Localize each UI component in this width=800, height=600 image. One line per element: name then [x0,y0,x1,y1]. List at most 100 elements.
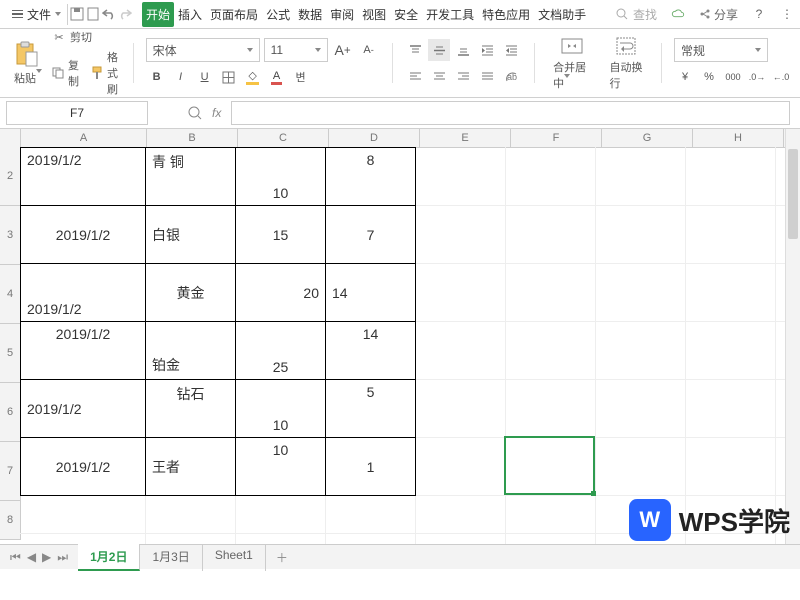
ribbon-tab[interactable]: 插入 [174,2,206,27]
formula-input[interactable] [231,101,790,125]
row-header[interactable]: 5 [0,324,20,383]
italic-button[interactable]: I [170,66,192,88]
column-header[interactable]: G [602,129,693,147]
column-header[interactable]: F [511,129,602,147]
help-icon[interactable]: ? [752,7,766,21]
cell[interactable]: 1 [326,438,416,496]
sheet-tab[interactable]: 1月2日 [78,544,140,571]
fill-color-button[interactable]: ◇ [242,66,264,88]
font-color-button[interactable]: A [266,66,288,88]
decrease-decimal-button[interactable]: ←.0 [770,66,792,88]
bold-button[interactable]: B [146,66,168,88]
row-header[interactable]: 8 [0,501,20,540]
save-icon[interactable] [70,7,84,21]
align-center-button[interactable] [428,65,450,87]
cell[interactable]: 10 [236,380,326,438]
sheet-tab[interactable]: Sheet1 [203,544,266,571]
row-header[interactable]: 2 [0,147,20,206]
cell[interactable]: 钻石 [146,380,236,438]
comma-button[interactable]: 000 [722,66,744,88]
name-box[interactable]: F7 [6,101,148,125]
cell[interactable]: 7 [326,206,416,264]
decrease-font-button[interactable]: A- [358,39,380,61]
cell[interactable]: 黄金 [146,264,236,322]
cut-button[interactable]: ✂剪切 [52,29,121,45]
cell[interactable]: 15 [236,206,326,264]
select-all-corner[interactable] [0,129,21,147]
align-top-button[interactable] [404,39,426,61]
column-header[interactable]: E [420,129,511,147]
ribbon-tab[interactable]: 开始 [142,2,174,27]
cell[interactable]: 2019/1/2 [21,438,146,496]
orientation-button[interactable]: ab [500,65,522,87]
more-icon[interactable]: ⋮ [780,7,794,21]
cell[interactable]: 白银 [146,206,236,264]
ribbon-tab[interactable]: 公式 [262,2,294,27]
row-header[interactable]: 4 [0,265,20,324]
fx-zoom-icon[interactable] [188,106,202,120]
cell[interactable]: 10 [236,438,326,496]
cell[interactable]: 2019/1/2 [21,206,146,264]
paste-button[interactable]: 粘贴 [8,38,46,88]
justify-button[interactable] [476,65,498,87]
merge-center-button[interactable]: 合并居中 [547,33,597,93]
cloud-icon[interactable] [671,7,685,21]
row-header[interactable]: 7 [0,442,20,501]
number-format-select[interactable]: 常规 [674,38,768,62]
currency-button[interactable]: ¥ [674,66,696,88]
search-box[interactable]: 查找 [615,6,657,23]
cell[interactable]: 5 [326,380,416,438]
align-left-button[interactable] [404,65,426,87]
auto-wrap-button[interactable]: 自动换行 [603,33,649,93]
ribbon-tab[interactable]: 数据 [294,2,326,27]
cell[interactable]: 14 [326,322,416,380]
tab-nav-prev-icon[interactable]: ◀ [27,550,36,565]
ribbon-tab[interactable]: 视图 [358,2,390,27]
cell[interactable]: 25 [236,322,326,380]
format-painter-button[interactable]: 格式刷 [91,49,121,97]
copy-button[interactable]: 复制 [52,57,81,89]
align-middle-button[interactable] [428,39,450,61]
tab-nav-next-icon[interactable]: ▶ [42,550,51,565]
cell[interactable]: 2019/1/2 [21,148,146,206]
cell[interactable]: 王者 [146,438,236,496]
increase-decimal-button[interactable]: .0→ [746,66,768,88]
scrollbar-thumb[interactable] [788,149,798,239]
ribbon-tab[interactable]: 安全 [390,2,422,27]
undo-icon[interactable] [102,7,116,21]
percent-button[interactable]: % [698,66,720,88]
cell[interactable]: 青 铜 [146,148,236,206]
file-menu[interactable]: 文件 [6,4,68,25]
decrease-indent-button[interactable] [500,39,522,61]
tab-nav-first-icon[interactable]: ⏮ [10,550,21,565]
tab-nav-last-icon[interactable]: ⏭ [57,550,68,565]
font-name-select[interactable]: 宋体 [146,38,260,62]
column-header[interactable]: A [21,129,147,147]
column-header[interactable]: B [147,129,238,147]
cell[interactable]: 10 [236,148,326,206]
borders-button[interactable] [218,66,240,88]
cell[interactable]: 铂金 [146,322,236,380]
increase-indent-button[interactable] [476,39,498,61]
row-header[interactable]: 3 [0,206,20,265]
cell[interactable]: 2019/1/2 [21,264,146,322]
column-header[interactable]: D [329,129,420,147]
ribbon-tab[interactable]: 特色应用 [478,2,534,27]
cell[interactable]: 14 [326,264,416,322]
ribbon-tab[interactable]: 文档助手 [534,2,590,27]
share-button[interactable]: 分享 [699,6,738,23]
row-header[interactable]: 6 [0,383,20,442]
column-header[interactable]: C [238,129,329,147]
align-right-button[interactable] [452,65,474,87]
cell[interactable]: 8 [326,148,416,206]
ribbon-tab[interactable]: 审阅 [326,2,358,27]
redo-icon[interactable] [118,7,132,21]
phonetic-button[interactable]: 변 [290,66,312,88]
increase-font-button[interactable]: A+ [332,39,354,61]
ribbon-tab[interactable]: 页面布局 [206,2,262,27]
add-sheet-button[interactable]: ＋ [266,549,298,566]
doc-icon[interactable] [86,7,100,21]
sheet-tab[interactable]: 1月3日 [140,544,202,571]
ribbon-tab[interactable]: 开发工具 [422,2,478,27]
cell[interactable]: 2019/1/2 [21,322,146,380]
